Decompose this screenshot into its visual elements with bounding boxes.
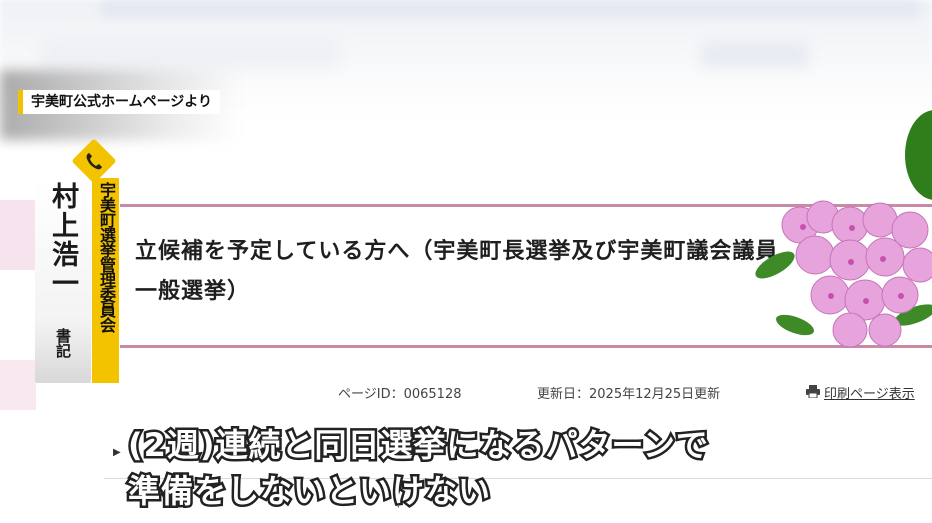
blurred-header-widget <box>700 40 810 68</box>
blurred-header-text <box>40 38 340 68</box>
phone-icon <box>71 138 117 184</box>
printer-icon[interactable] <box>806 385 820 398</box>
source-caption: 宇美町公式ホームページより <box>18 90 221 114</box>
print-page-link[interactable]: 印刷ページ表示 <box>824 383 915 402</box>
bullet-icon: ▶ <box>113 447 121 458</box>
azalea-flower-image <box>755 200 932 348</box>
leaf-decoration <box>905 110 932 200</box>
page-title: 立候補を予定している方へ（宇美町長選挙及び宇美町議会議員一般選挙） <box>135 239 779 304</box>
left-margin-decoration <box>0 360 36 410</box>
subtitle-line-2: 準備をしないといけない <box>125 470 492 513</box>
blurred-header-bar <box>100 0 920 18</box>
speaker-organization: 宇美町選挙管理委員会 <box>97 182 116 332</box>
left-margin-decoration <box>0 200 36 270</box>
subtitle-line-1: (2週)連続と同日選挙になるパターンで <box>126 424 711 467</box>
speaker-name: 村上浩一 <box>47 182 78 298</box>
updated-date-label: 更新日：2025年12月25日更新 <box>537 387 721 402</box>
speaker-title: 書記 <box>54 328 72 358</box>
page-id-label: ページID：0065128 <box>338 387 462 402</box>
